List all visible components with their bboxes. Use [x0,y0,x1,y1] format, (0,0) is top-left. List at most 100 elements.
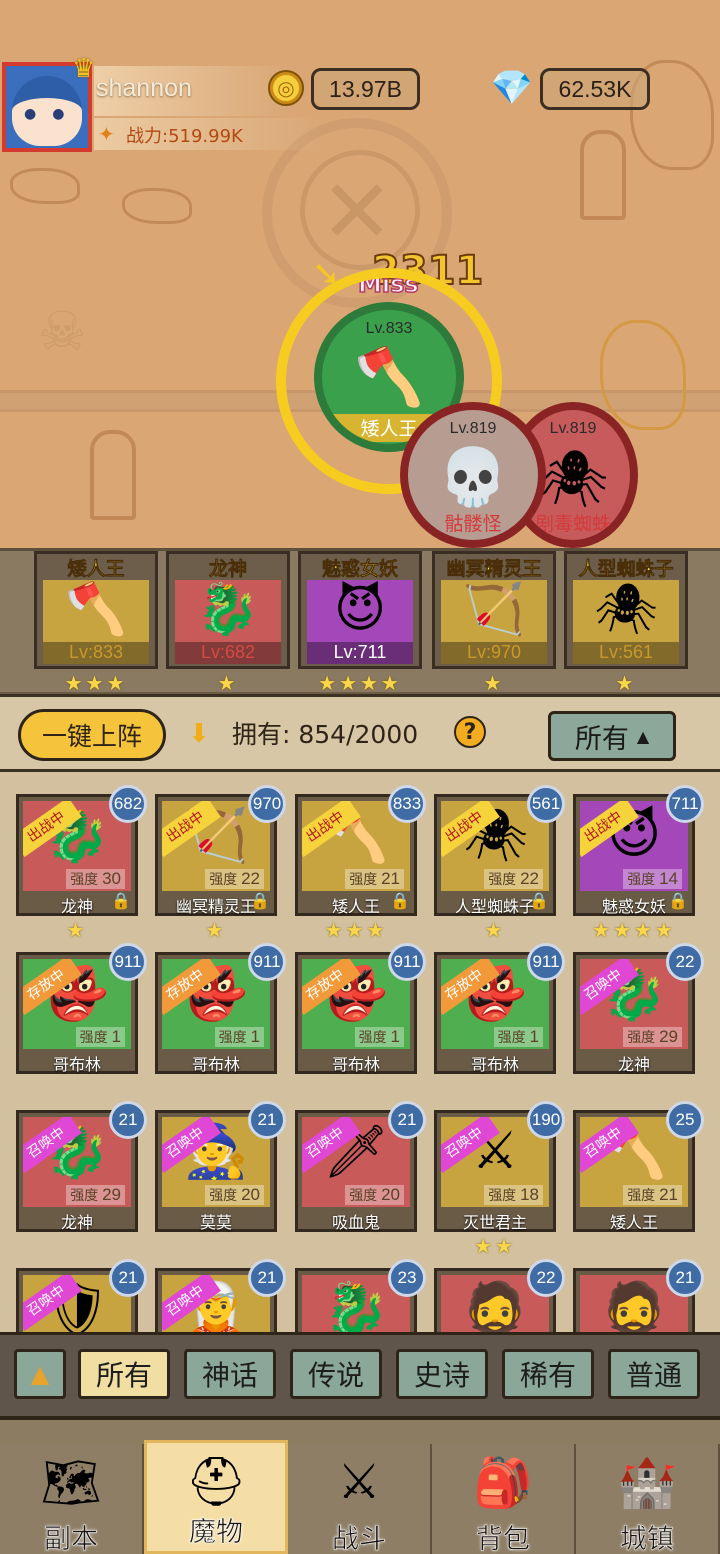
roster-toolbar: 一键上阵 ⬇ 拥有: 854/2000 ? 所有 ▲ [0,694,720,772]
monster-card[interactable]: 👺 存放中 强度 1 911 哥布林 [16,943,147,1074]
lock-icon[interactable]: 🔒 [529,891,549,910]
monster-card[interactable]: 👺 存放中 强度 1 911 哥布林 [434,943,565,1074]
nav-label: 魔物 [189,1517,244,1549]
monster-card[interactable]: 🪓 出战中 强度 21 833 矮人王 🔒 [295,785,426,916]
dragon-icon: 🐉 [196,580,260,638]
team-slot[interactable]: 幽冥精灵王 🏹 Lv:970 [432,551,556,669]
team-slot-portrait: 🏹 Lv:970 [441,580,547,664]
power-value: 强度 18 [484,1185,543,1205]
monster-name: 哥布林 [52,1055,101,1074]
rarity-filter-3[interactable]: 史诗 [396,1349,488,1399]
owned-count: 拥有: 854/2000 [232,720,419,749]
star-rating: ★ [615,671,637,695]
rarity-filter-4[interactable]: 稀有 [502,1349,594,1399]
monster-card[interactable]: 🐉 召唤中 强度 29 21 龙神 [16,1101,147,1232]
monster-card[interactable]: 🏹 出战中 强度 22 970 幽冥精灵王 🔒 [155,785,286,916]
star-rating: ★★★ [64,671,128,695]
monster-card[interactable]: 👺 存放中 强度 1 911 哥布林 [155,943,286,1074]
team-slot-level: Lv:833 [43,642,149,664]
nav-tab-backpack[interactable]: 🎒 背包 [432,1444,576,1554]
power-value: 强度 1 [75,1027,125,1047]
level-badge: 833 [388,785,426,823]
star-rating: ★ [483,671,505,695]
team-slot[interactable]: 魅惑女妖 😈 Lv:711 [298,551,422,669]
team-slot[interactable]: 龙神 🐉 Lv:682 [166,551,290,669]
monster-card[interactable]: 🧔 21 [573,1259,704,1332]
help-icon[interactable]: ? [454,716,486,748]
nav-tab-castle[interactable]: 🏰 城镇 [576,1444,720,1554]
enemy-unit-skeleton[interactable]: Lv.819 💀 骷髅怪 [400,402,546,548]
team-slot-portrait: 🕷 Lv:561 [573,580,679,664]
dwarf-king-icon: 🪓 [354,345,424,410]
sort-filter-button[interactable]: 所有 ▲ [548,711,676,761]
monster-card[interactable]: 🧝 召唤中 21 [155,1259,286,1332]
collapse-toggle-button[interactable]: ▲ [14,1349,66,1399]
power-label: 强度 [627,871,656,887]
dwarf-king-icon: 🪓 [64,580,128,638]
power-label: 强度 [488,1187,517,1203]
power-number: 20 [381,1185,400,1204]
lock-icon[interactable]: 🔒 [111,891,131,910]
lock-icon[interactable]: 🔒 [250,891,270,910]
helmet-icon: ⛑ [185,1454,247,1510]
team-slot[interactable]: 人型蜘蛛子 🕷 Lv:561 [564,551,688,669]
elf-king-icon: 🏹 [462,580,526,638]
spider-girl-icon: 🕷 [594,580,658,638]
monster-card[interactable]: 🐉 23 [295,1259,426,1332]
monster-card[interactable]: 🧔 22 [434,1259,565,1332]
nav-tab-helmet[interactable]: ⛑ 魔物 [144,1440,288,1554]
monster-name: 哥布林 [470,1055,519,1074]
lock-icon[interactable]: 🔒 [390,891,410,910]
monster-card[interactable]: 🕷 出战中 强度 22 561 人型蜘蛛子 🔒 [434,785,565,916]
map-icon: 🗺 [40,1455,102,1511]
power-label: 强度 [209,871,238,887]
level-badge: 21 [109,1259,147,1297]
crossed-swords-icon: ⚔ [337,1454,381,1510]
level-badge: 190 [527,1101,565,1139]
power-label: 强度 [218,1029,247,1045]
triangle-up-icon: ▲ [30,1360,50,1388]
monster-card[interactable]: 🪓 召唤中 强度 21 25 矮人王 [573,1101,704,1232]
monster-card[interactable]: 🗡 召唤中 强度 20 21 吸血鬼 [295,1101,426,1232]
monster-card[interactable]: 👺 存放中 强度 1 911 哥布林 [295,943,426,1074]
gold-amount[interactable]: 13.97B [311,68,420,110]
monster-card[interactable]: 😈 出战中 强度 14 711 魅惑女妖 🔒 [573,785,704,916]
power-number: 1 [390,1027,400,1046]
monster-card[interactable]: ⚔ 召唤中 强度 18 190 灭世君主 [434,1101,565,1232]
player-power: 战力:519.99K [126,126,243,147]
rarity-filter-1[interactable]: 神话 [184,1349,276,1399]
lock-icon[interactable]: 🔒 [668,891,688,910]
power-label: 强度 [79,1029,108,1045]
star-rating: ★★ [474,1234,516,1258]
nav-tab-crossed-swords[interactable]: ⚔ 战斗 [288,1444,432,1554]
monster-name: 吸血鬼 [331,1213,380,1232]
gem-amount[interactable]: 62.53K [540,68,650,110]
monster-card[interactable]: 🛡 召唤中 21 [16,1259,147,1332]
team-slot-title: 人型蜘蛛子 [578,558,674,581]
level-badge: 22 [666,943,704,981]
auto-deploy-button[interactable]: 一键上阵 [18,709,166,761]
skeleton-icon: 💀 [438,445,508,510]
succubus-icon: 😈 [333,580,387,638]
power-number: 29 [659,1027,678,1046]
player-avatar[interactable]: ●● ♛ [2,54,95,152]
skull-icon: ☠ [38,300,87,363]
nav-tab-map[interactable]: 🗺 副本 [0,1444,144,1554]
monster-card[interactable]: 🧙 召唤中 强度 20 21 莫莫 [155,1101,286,1232]
rarity-filter-2[interactable]: 传说 [290,1349,382,1399]
level-badge: 561 [527,785,565,823]
power-label: 强度 [497,1029,526,1045]
monster-card[interactable]: 🐉 召唤中 强度 29 22 龙神 [573,943,704,1074]
team-slot[interactable]: 矮人王 🪓 Lv:833 [34,551,158,669]
rarity-filter-0[interactable]: 所有 [78,1349,170,1399]
backpack-icon: 🎒 [473,1455,533,1511]
unit-name: 骷髅怪 [444,513,502,535]
cactus-decoration [580,130,626,220]
power-number: 29 [102,1185,121,1204]
team-slot-title: 龙神 [208,558,248,581]
rarity-filter-5[interactable]: 普通 [608,1349,700,1399]
monster-card[interactable]: 🐉 出战中 强度 30 682 龙神 🔒 [16,785,147,916]
level-badge: 21 [248,1259,286,1297]
unit-level: Lv.819 [449,420,497,437]
star-rating: ★ [205,918,227,942]
